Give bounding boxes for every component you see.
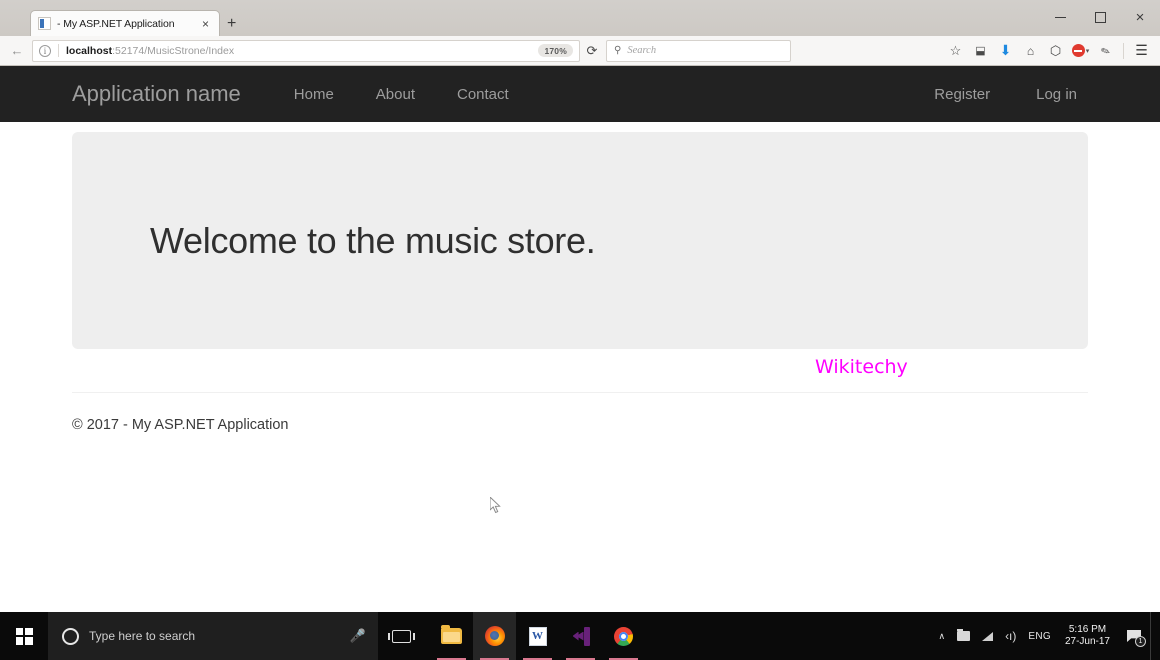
home-icon[interactable]: ⌂ bbox=[1018, 39, 1043, 63]
windows-taskbar: Type here to search 🎤 W ∧ ‹ı) ENG 5:16 P… bbox=[0, 612, 1160, 660]
clock-date: 27-Jun-17 bbox=[1064, 636, 1110, 647]
hamburger-menu-icon[interactable]: ☰ bbox=[1129, 39, 1154, 63]
browser-toolbar-icons: ☆ ⬓ ⬇ ⌂ ⬡ ▾ ✎ ☰ bbox=[943, 39, 1154, 63]
tray-expand-chevron-icon[interactable]: ∧ bbox=[932, 631, 951, 642]
start-button[interactable] bbox=[0, 612, 48, 660]
browser-titlebar: - My ASP.NET Application × + × bbox=[0, 0, 1160, 36]
page-title: Welcome to the music store. bbox=[150, 219, 596, 261]
firefox-browser-window: - My ASP.NET Application × + × ← i local… bbox=[0, 0, 1160, 612]
window-maximize-button[interactable] bbox=[1080, 0, 1120, 34]
tray-network-icon[interactable] bbox=[976, 631, 999, 641]
nav-link-register[interactable]: Register bbox=[911, 86, 1013, 103]
window-close-button[interactable]: × bbox=[1120, 0, 1160, 34]
reload-icon[interactable]: ⟳ bbox=[580, 40, 604, 62]
zoom-level-badge[interactable]: 170% bbox=[538, 44, 573, 57]
site-navbar: Application name Home About Contact Regi… bbox=[0, 66, 1160, 122]
footer-divider bbox=[72, 392, 1088, 393]
nav-link-contact[interactable]: Contact bbox=[436, 86, 530, 103]
nav-link-about[interactable]: About bbox=[355, 86, 436, 103]
url-host: localhost bbox=[66, 44, 113, 57]
site-nav-links: Home About Contact bbox=[273, 86, 530, 103]
window-controls: × bbox=[1040, 0, 1160, 34]
system-tray: ∧ ‹ı) ENG 5:16 PM 27-Jun-17 1 bbox=[932, 612, 1160, 660]
browser-navigation-toolbar: ← i localhost:52174/MusicStrone/Index 17… bbox=[0, 36, 1160, 66]
microphone-icon[interactable]: 🎤 bbox=[350, 628, 366, 644]
new-tab-button[interactable]: + bbox=[227, 16, 236, 36]
taskbar-app-visual-studio[interactable] bbox=[559, 612, 602, 660]
visual-studio-icon bbox=[572, 626, 590, 646]
tray-volume-icon[interactable]: ‹ı) bbox=[999, 629, 1022, 643]
tray-hidden-icon[interactable] bbox=[951, 629, 976, 641]
volume-icon: ‹ı) bbox=[1005, 629, 1017, 643]
chrome-icon bbox=[614, 626, 633, 646]
mouse-cursor bbox=[490, 497, 501, 514]
search-placeholder: Search bbox=[627, 45, 657, 56]
taskbar-app-word[interactable]: W bbox=[516, 612, 559, 660]
clock-time: 5:16 PM bbox=[1068, 623, 1107, 635]
page-viewport: Application name Home About Contact Regi… bbox=[0, 66, 1160, 612]
nav-link-login[interactable]: Log in bbox=[1013, 86, 1100, 103]
taskbar-app-chrome[interactable] bbox=[602, 612, 645, 660]
tab-strip: - My ASP.NET Application × + bbox=[30, 8, 236, 36]
network-signal-icon bbox=[982, 631, 994, 641]
url-bar[interactable]: i localhost:52174/MusicStrone/Index 170% bbox=[32, 39, 580, 62]
tray-language-indicator[interactable]: ENG bbox=[1022, 631, 1057, 642]
word-icon: W bbox=[528, 626, 547, 646]
highlighter-pen-icon[interactable]: ✎ bbox=[1090, 35, 1122, 66]
toolbar-divider bbox=[1123, 42, 1124, 59]
adblock-icon[interactable]: ▾ bbox=[1068, 39, 1093, 63]
task-view-button[interactable] bbox=[378, 612, 424, 660]
windows-logo-icon bbox=[15, 627, 33, 645]
jumbotron: Welcome to the music store. bbox=[72, 132, 1088, 349]
browser-tab[interactable]: - My ASP.NET Application × bbox=[30, 10, 220, 36]
download-icon[interactable]: ⬇ bbox=[993, 39, 1018, 63]
site-identity-icon[interactable]: i bbox=[39, 44, 51, 57]
tab-close-icon[interactable]: × bbox=[200, 18, 211, 30]
nav-link-home[interactable]: Home bbox=[273, 86, 355, 103]
desktop-screen: - My ASP.NET Application × + × ← i local… bbox=[0, 0, 1160, 660]
show-desktop-button[interactable] bbox=[1150, 612, 1156, 660]
footer-copyright: © 2017 - My ASP.NET Application bbox=[72, 417, 289, 433]
task-view-icon bbox=[387, 629, 415, 643]
taskbar-clock[interactable]: 5:16 PM 27-Jun-17 bbox=[1057, 624, 1118, 649]
notification-count-badge: 1 bbox=[1135, 636, 1146, 647]
tab-title: - My ASP.NET Application bbox=[57, 17, 175, 30]
adblock-glyph bbox=[1071, 44, 1085, 57]
taskbar-app-file-explorer[interactable] bbox=[430, 612, 473, 660]
page-content: Welcome to the music store. Wikitechy © … bbox=[0, 132, 1160, 514]
firefox-icon bbox=[484, 626, 505, 646]
url-text: localhost:52174/MusicStrone/Index bbox=[66, 45, 234, 57]
browser-search-bar[interactable]: ⚲ Search bbox=[606, 39, 791, 62]
window-minimize-button[interactable] bbox=[1040, 0, 1080, 34]
dropdown-caret-icon: ▾ bbox=[1085, 47, 1090, 55]
cortana-circle-icon bbox=[62, 627, 79, 645]
search-icon: ⚲ bbox=[614, 45, 622, 56]
action-center-button[interactable]: 1 bbox=[1118, 612, 1150, 660]
shield-icon[interactable]: ⬡ bbox=[1043, 39, 1068, 63]
file-explorer-icon bbox=[441, 625, 462, 644]
tab-favicon-icon bbox=[38, 17, 51, 30]
pocket-icon[interactable]: ⬓ bbox=[968, 39, 993, 63]
wikitechy-watermark: Wikitechy bbox=[815, 356, 908, 378]
taskbar-search-placeholder: Type here to search bbox=[89, 629, 196, 643]
taskbar-search-input[interactable]: Type here to search 🎤 bbox=[48, 612, 378, 660]
tray-box-icon bbox=[957, 629, 971, 641]
site-nav-auth-links: Register Log in bbox=[911, 86, 1160, 103]
url-path: :52174/MusicStrone/Index bbox=[112, 44, 235, 57]
watermark-row: Wikitechy bbox=[72, 349, 1088, 387]
taskbar-app-firefox[interactable] bbox=[473, 612, 516, 660]
word-icon-letter: W bbox=[532, 629, 543, 642]
bookmark-star-icon[interactable]: ☆ bbox=[943, 39, 968, 63]
taskbar-app-buttons: W bbox=[430, 612, 645, 660]
site-brand[interactable]: Application name bbox=[72, 81, 241, 107]
back-icon[interactable]: ← bbox=[6, 40, 28, 62]
urlbar-divider bbox=[58, 44, 59, 57]
